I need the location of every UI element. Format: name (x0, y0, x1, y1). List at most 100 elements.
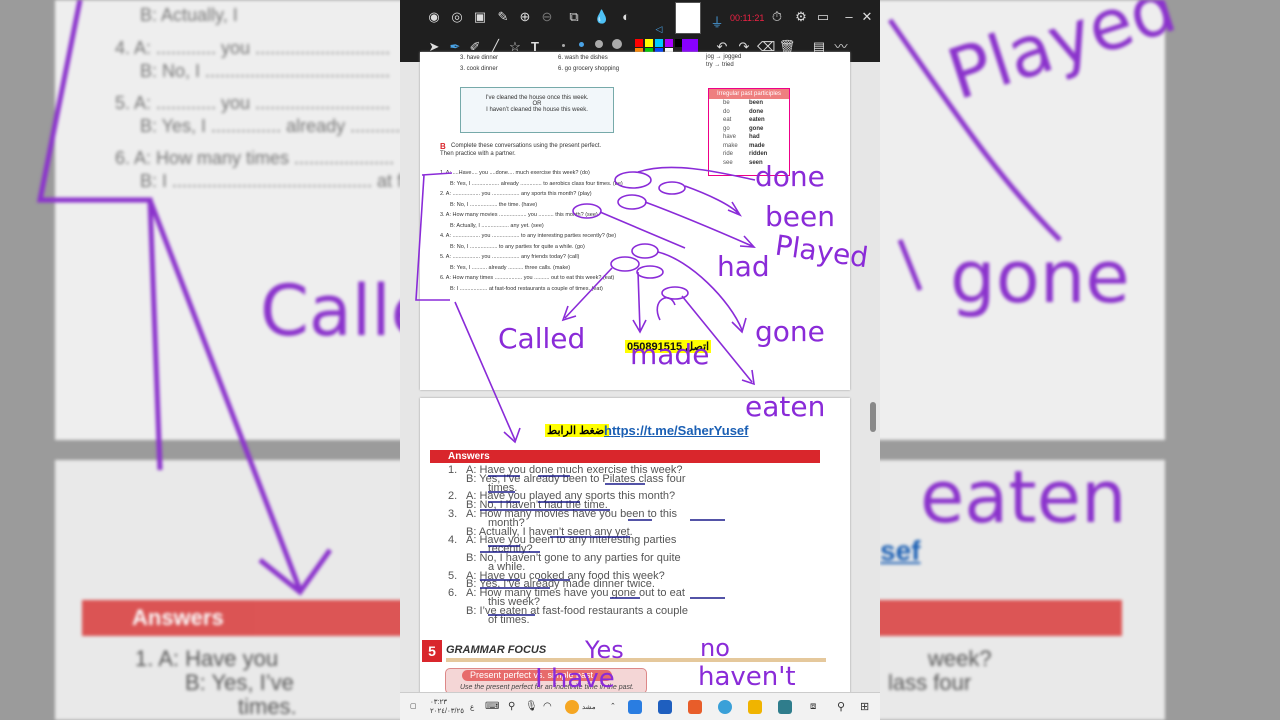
task-view-icon[interactable]: ⧈ (810, 701, 816, 712)
pen-size-2[interactable] (562, 44, 565, 47)
irregular-row: eat eaten (709, 116, 789, 125)
app-icon[interactable] (688, 700, 702, 714)
exercise-line: 4. A: .................. you ...........… (440, 233, 617, 239)
exercise-line: B: Yes, I .................. already ...… (450, 180, 623, 187)
ink-word-gone: gone (755, 315, 825, 348)
ink-word-yes: Yes (585, 636, 624, 664)
taskbar: ▢ ٠٣:٢٣ ٢٠٢٤/٠٣/٢٥ ع ⌨ ⚲ 🎙 ◠ مشد ⌃ ⧈ ⚲ ⊞ (400, 692, 880, 720)
app-icon[interactable] (565, 700, 579, 714)
folder-icon[interactable] (748, 700, 762, 714)
webcam-thumbnail (675, 2, 701, 34)
zoom-out-icon[interactable]: ⊖ (538, 8, 556, 26)
recording-timer: 00:11:21 (730, 13, 765, 23)
pen-size-10[interactable] (595, 40, 603, 48)
ink-word-had: had (717, 250, 770, 283)
verb-item: 3. cook dinner (460, 66, 498, 72)
color-swatch[interactable] (635, 39, 643, 47)
stop-icon[interactable]: ◎ (448, 8, 466, 26)
irregular-row: make made (709, 142, 789, 151)
irregular-participle: eaten (749, 117, 765, 123)
mic-icon[interactable]: ⏚ (708, 14, 726, 32)
exercise-line: 2. A: .................. you ...........… (440, 191, 592, 197)
verb-item: 6. wash the dishes (558, 55, 608, 61)
toolbar-top-row: ◉ ◎ ▣ ✎ ⊕ ⊖ ⧉ 💧 ◐ ◁ ⏚ 00:11:21 ⏱ ⚙ ▭ – ✕ (400, 2, 880, 34)
irregular-row: have had (709, 133, 789, 142)
cast-icon[interactable]: ▭ (814, 8, 832, 26)
irregular-rows: be been do done eat eaten go gone have had make mad… (709, 99, 789, 167)
settings-icon[interactable]: ⚙ (792, 8, 810, 26)
ink-word-done: done (755, 160, 825, 193)
irregular-base: be (723, 100, 730, 106)
irregular-base: ride (723, 151, 734, 157)
ink-word-have: I have (535, 664, 615, 694)
irregular-row: be been (709, 99, 789, 108)
chevron-up-icon[interactable]: ⌃ (610, 702, 616, 710)
pen-size-5[interactable] (579, 42, 584, 47)
irregular-row: ride ridden (709, 150, 789, 159)
minimize-icon[interactable]: – (840, 8, 858, 26)
drop-icon[interactable]: 💧 (593, 8, 611, 26)
irregular-row: do done (709, 108, 789, 117)
exercise-line: 1. A: ....Have.... you ....done.... much… (440, 170, 590, 176)
telegram-link[interactable]: https://t.me/SaherYusef (604, 423, 748, 438)
pip-icon[interactable]: ⧉ (565, 8, 583, 26)
ink-word-been: been (765, 200, 835, 233)
exercise-instructions: Then practice with a partner. (440, 151, 516, 157)
keyboard-icon[interactable]: ⌨ (485, 701, 499, 712)
edge-icon[interactable] (718, 700, 732, 714)
app-icon[interactable] (658, 700, 672, 714)
color-swatch[interactable] (655, 39, 663, 47)
document-window: ◉ ◎ ▣ ✎ ⊕ ⊖ ⧉ 💧 ◐ ◁ ⏚ 00:11:21 ⏱ ⚙ ▭ – ✕… (400, 0, 880, 720)
answers-header: Answers (430, 450, 820, 463)
visibility-icon[interactable]: ◐ (617, 8, 635, 26)
irregular-base: see (723, 159, 733, 166)
example-box: I’ve cleaned the house once this week. O… (460, 87, 614, 133)
exercise-line: 6. A: How many times .................. … (440, 275, 615, 281)
irregular-participle: had (749, 134, 760, 140)
network-icon[interactable]: ⚲ (508, 701, 515, 712)
exercise-letter: B (440, 142, 446, 151)
windows-start-icon[interactable]: ⊞ (860, 700, 869, 713)
irregular-base: go (723, 125, 730, 132)
edit-icon[interactable]: ✎ (494, 8, 512, 26)
mic-tray-icon[interactable]: 🎙 (525, 701, 538, 712)
ink-word-eaten: eaten (745, 390, 826, 423)
irregular-participle: done (749, 108, 764, 115)
record-icon[interactable]: ◉ (425, 8, 443, 26)
zoom-in-icon[interactable]: ⊕ (516, 8, 534, 26)
answer-text: of times. (488, 613, 530, 626)
irregular-base: have (723, 134, 737, 140)
notification-icon[interactable]: ▢ (410, 702, 417, 710)
app-icon[interactable] (778, 700, 792, 714)
irregular-base: eat (723, 117, 732, 123)
exercise-line: B: Yes, I .......... already .......... … (450, 264, 571, 271)
vertical-scrollbar[interactable] (870, 402, 876, 432)
irregular-participle: ridden (749, 151, 768, 157)
irregular-title: Irregular past participles (709, 89, 789, 99)
app-icon[interactable] (628, 700, 642, 714)
color-swatch[interactable] (645, 39, 653, 47)
language-indicator[interactable]: ع (470, 703, 474, 711)
pen-size-20[interactable] (612, 39, 622, 49)
telegram-arabic-label: اضغط الرابط (545, 424, 610, 437)
exercise-line: B: I .................. at fast-food res… (450, 285, 603, 292)
search-icon[interactable]: ⚲ (837, 700, 845, 713)
close-icon[interactable]: ✕ (858, 8, 876, 26)
timer-icon[interactable]: ⏱ (768, 8, 786, 26)
exercise-line: B: Actually, I .................. any ye… (450, 222, 544, 229)
ink-word-called: Called (498, 322, 586, 355)
irregular-participle: been (749, 100, 764, 106)
verb-item: 3. have dinner (460, 55, 499, 61)
taskbar-label[interactable]: مشد (582, 703, 596, 711)
wifi-icon[interactable]: ◠ (543, 701, 552, 712)
document-scroll-area[interactable]: 3. have dinner 3. cook dinner 6. wash th… (400, 52, 880, 708)
example-line: I haven’t cleaned the house this week. (486, 107, 588, 113)
exercise-line: 3. A: How many movies ..................… (440, 212, 598, 218)
screenshot-icon[interactable]: ▣ (471, 8, 489, 26)
irregular-base: make (723, 142, 738, 149)
irregular-participle: made (749, 142, 765, 149)
spelling-item: jog → jogged (706, 54, 742, 60)
color-swatch[interactable] (665, 39, 673, 47)
exercise-line: B: No, I .................. to any parti… (450, 243, 585, 250)
exercise-line: 5. A: .................. you ...........… (440, 254, 580, 260)
